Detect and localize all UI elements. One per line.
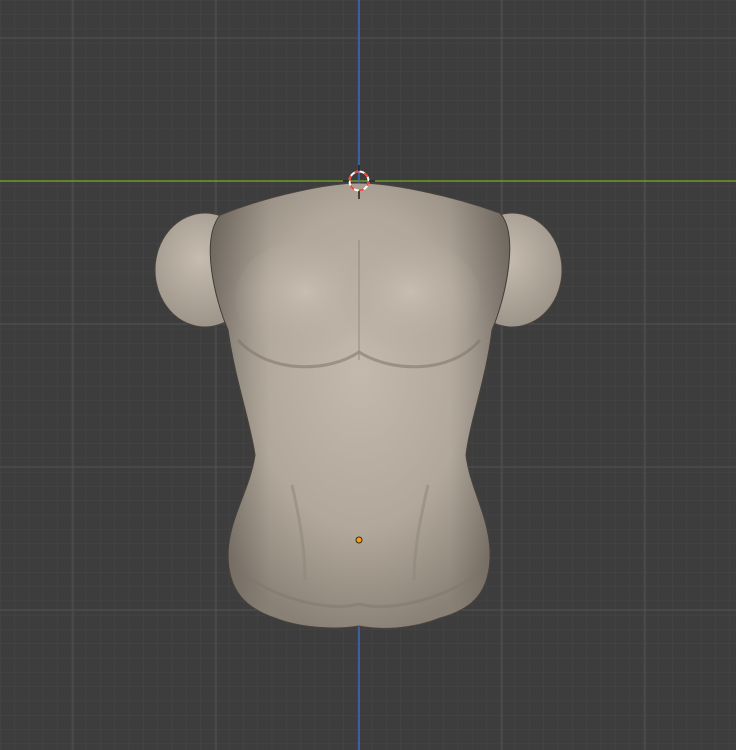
3d-viewport[interactable] — [0, 0, 736, 750]
viewport-canvas[interactable] — [0, 0, 736, 750]
object-origin-icon[interactable] — [355, 536, 363, 544]
right-pectoral — [340, 240, 480, 356]
